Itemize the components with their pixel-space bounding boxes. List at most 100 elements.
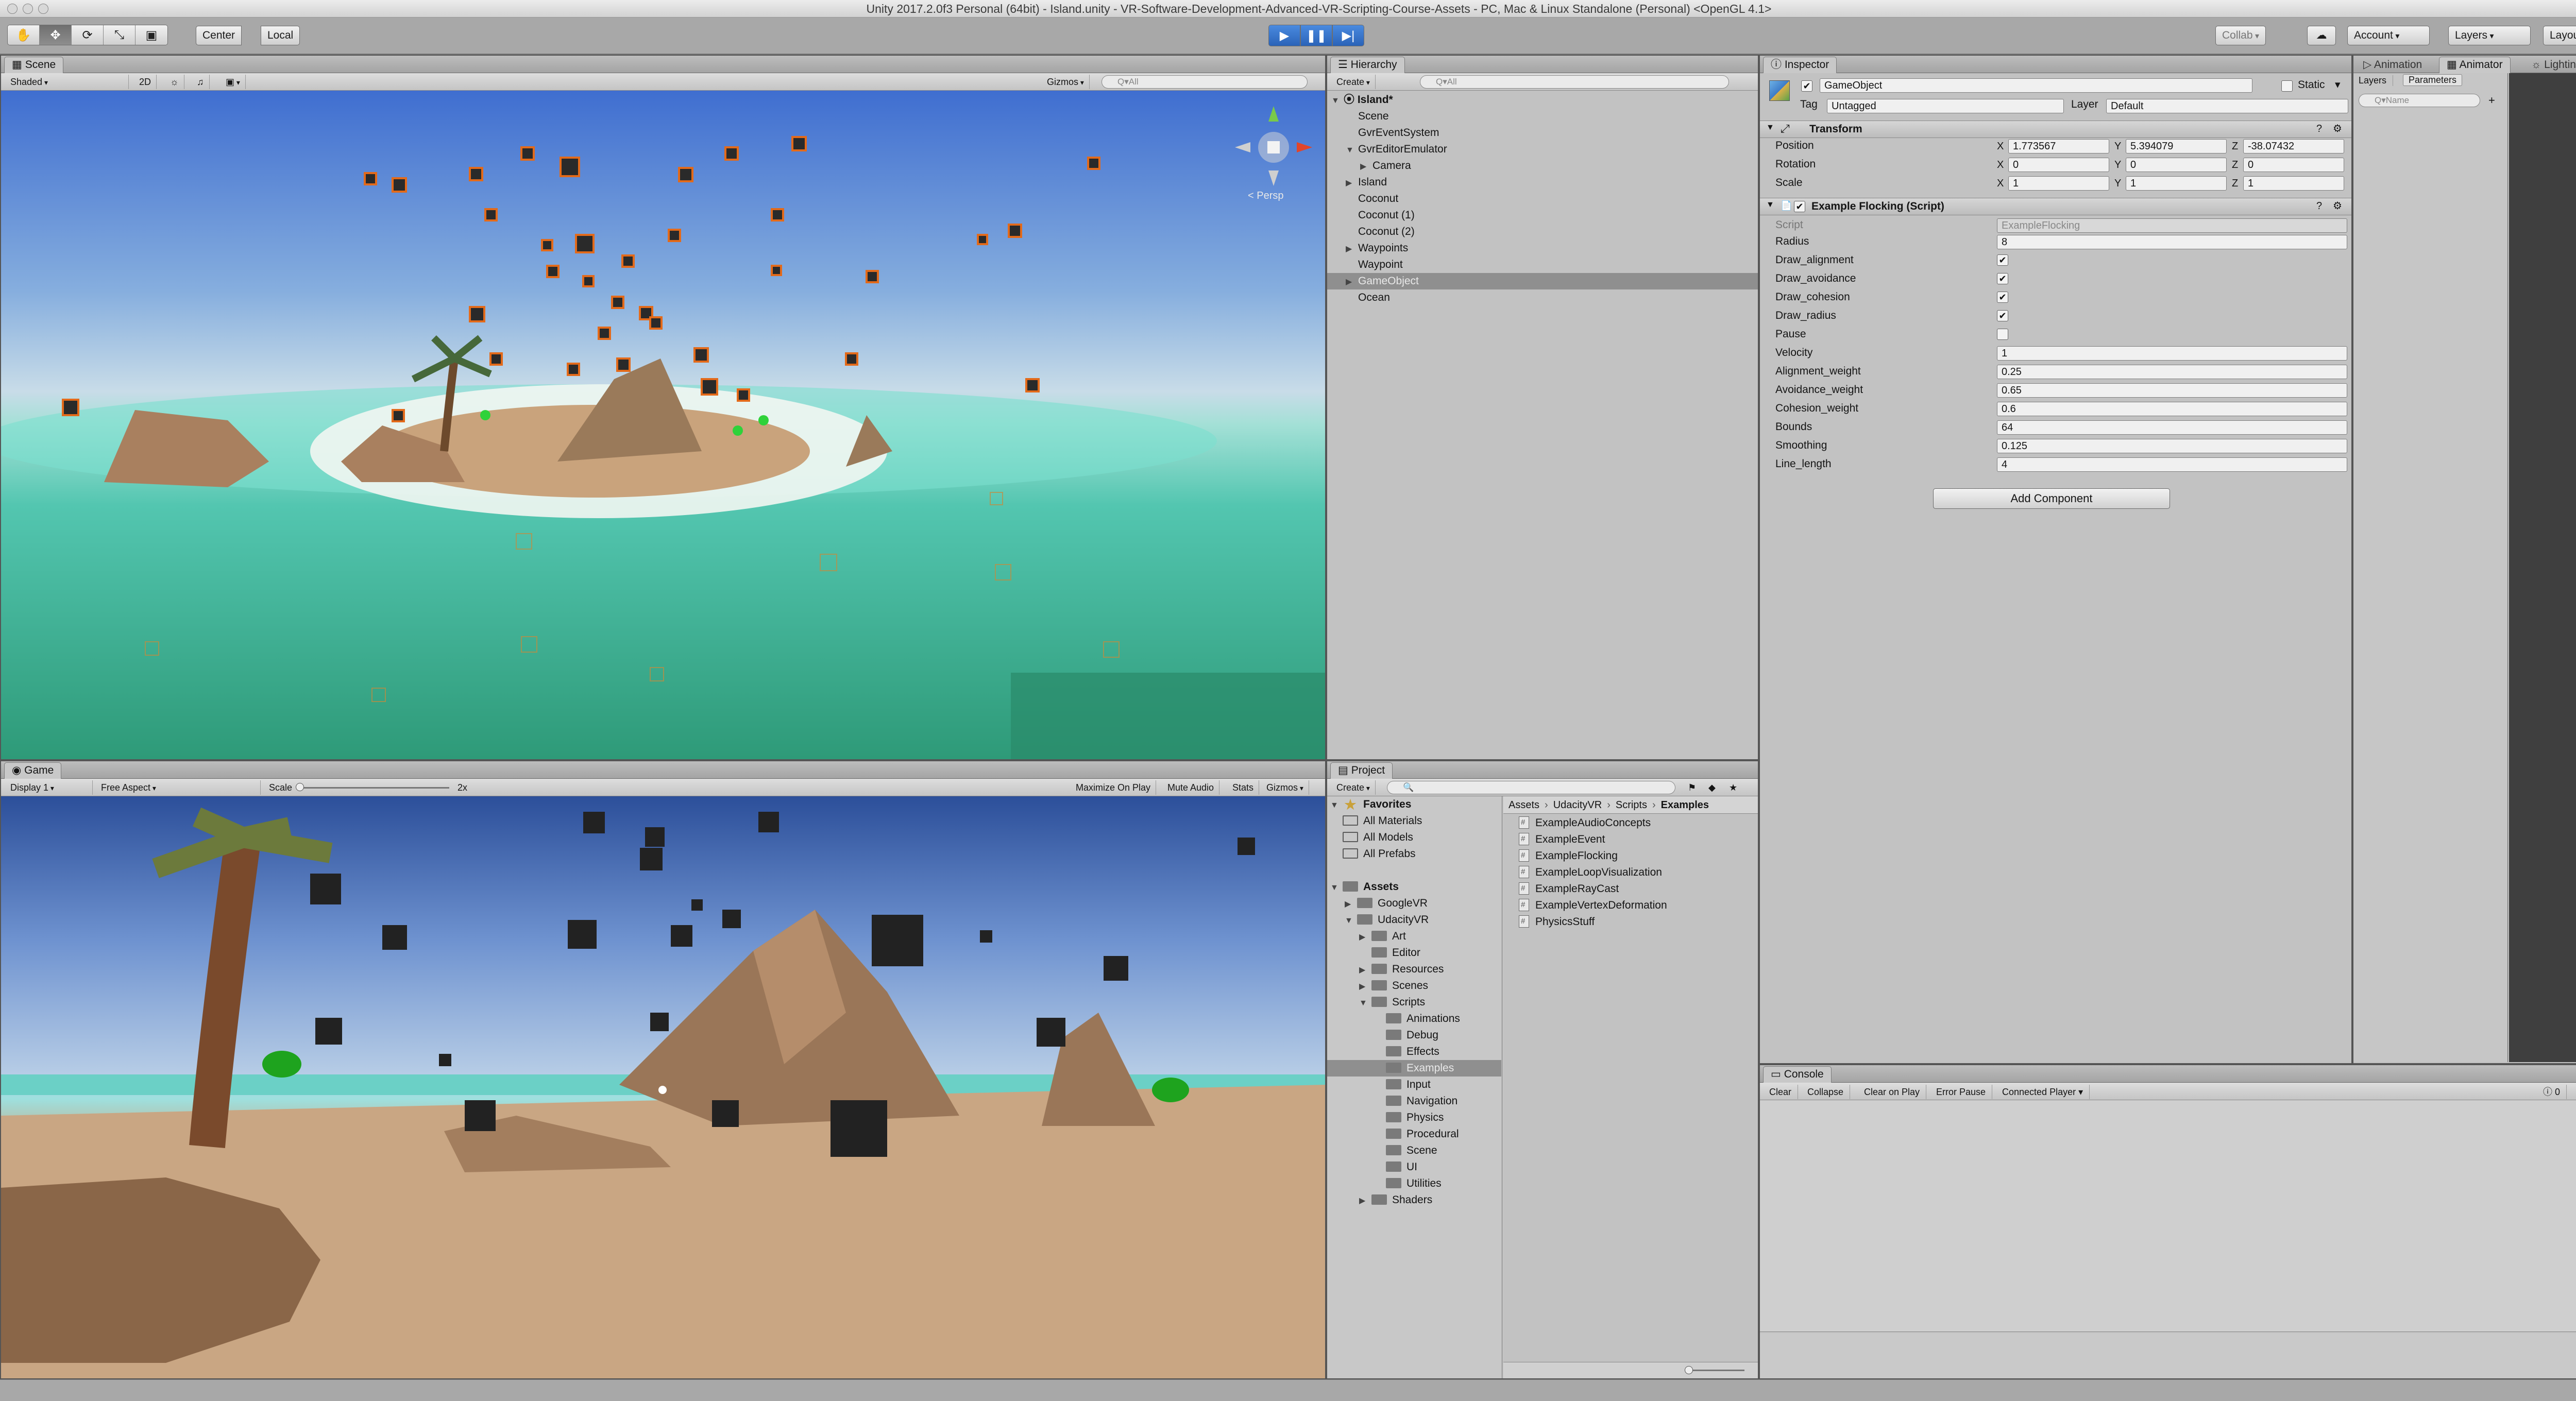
hierarchy-item[interactable]: Waypoint [1327, 257, 1758, 273]
mute-audio-button[interactable]: Mute Audio [1162, 780, 1220, 795]
transform-rotation-y-field[interactable]: 0 [2126, 158, 2227, 172]
tab-scene[interactable]: ▦ Scene [4, 57, 64, 73]
project-folder-item[interactable]: Navigation [1327, 1093, 1501, 1109]
layout-dropdown[interactable]: Layout [2543, 26, 2576, 45]
audio-toggle-icon[interactable]: ♫ [192, 75, 210, 89]
project-search-input[interactable]: 🔍 [1387, 781, 1675, 794]
expand-arrow-icon[interactable]: ▶ [1346, 274, 1358, 291]
project-folder-item[interactable]: Animations [1327, 1011, 1501, 1027]
project-folder-item[interactable]: Input [1327, 1077, 1501, 1093]
transform-rotation-z-field[interactable]: 0 [2243, 158, 2344, 172]
alignment-weight-field[interactable]: 0.25 [1997, 365, 2347, 379]
project-folder-item[interactable]: Editor [1327, 945, 1501, 961]
script-header[interactable]: ▼ 📄 ✔ Example Flocking (Script) ? ⚙ [1760, 198, 2351, 215]
transform-rotation-x-field[interactable]: 0 [2008, 158, 2109, 172]
add-component-button[interactable]: Add Component [1933, 488, 2170, 509]
help-icon[interactable]: ? [2316, 200, 2322, 212]
hierarchy-item[interactable]: ▶ Island [1327, 174, 1758, 191]
game-gizmos-dropdown[interactable]: Gizmos [1261, 780, 1309, 795]
aspect-dropdown[interactable]: Free Aspect [96, 780, 261, 795]
expand-arrow-icon[interactable]: ▶ [1359, 1193, 1371, 1209]
project-folder-item[interactable]: ▶ Scenes [1327, 978, 1501, 994]
velocity-field[interactable]: 1 [1997, 346, 2347, 361]
project-folder-item[interactable]: ▶ Art [1327, 928, 1501, 945]
add-parameter-icon[interactable]: + [2488, 94, 2495, 107]
scene-search-input[interactable]: Q▾All [1101, 75, 1308, 89]
lighting-toggle-icon[interactable]: ☼ [165, 75, 184, 89]
project-folder-item[interactable]: ▼ Scripts [1327, 994, 1501, 1011]
project-folder-item[interactable]: ▶ Shaders [1327, 1192, 1501, 1208]
collapse-arrow-icon[interactable]: ▼ [1766, 123, 1774, 132]
project-file-item[interactable]: ExampleAudioConcepts [1519, 815, 1651, 831]
rect-tool-icon[interactable]: ▣ [135, 25, 167, 45]
tab-animator[interactable]: ▦ Animator [2439, 57, 2511, 73]
project-file-item[interactable]: ExampleVertexDeformation [1519, 897, 1667, 914]
console-detail-area[interactable] [1760, 1333, 2576, 1378]
scale-slider-handle[interactable] [296, 783, 304, 791]
favorites-item[interactable]: All Prefabs [1330, 846, 1416, 862]
search-by-type-icon[interactable]: ⚑ [1683, 780, 1701, 795]
animator-layers-tab[interactable]: Layers [2359, 75, 2394, 86]
step-icon[interactable]: ▶| [1332, 25, 1364, 46]
layer-dropdown[interactable]: Default [2106, 99, 2348, 113]
project-folder-item[interactable]: Procedural [1327, 1126, 1501, 1142]
static-dropdown-icon[interactable]: ▾ [2335, 76, 2341, 94]
project-file-item[interactable]: ExampleRayCast [1519, 881, 1619, 897]
cohesion-weight-field[interactable]: 0.6 [1997, 402, 2347, 416]
project-folder-item[interactable]: Examples [1327, 1060, 1501, 1077]
settings-gear-icon[interactable]: ⚙ [2333, 122, 2342, 135]
console-clear-on-play-button[interactable]: Clear on Play [1858, 1085, 1927, 1099]
breadcrumb-item[interactable]: Scripts [1616, 799, 1647, 811]
account-dropdown[interactable]: Account [2347, 26, 2430, 45]
tab-console[interactable]: ▭ Console [1763, 1066, 1832, 1083]
expand-arrow-icon[interactable]: ▶ [1346, 241, 1358, 258]
console-warning-count[interactable]: ⚠ 0 [2571, 1085, 2576, 1099]
search-by-label-icon[interactable]: ◆ [1703, 780, 1721, 795]
expand-arrow-icon[interactable]: ▼ [1345, 913, 1357, 929]
breadcrumb-item[interactable]: UdacityVR [1553, 799, 1602, 811]
move-icon[interactable]: ✥ [40, 25, 72, 45]
pause-checkbox[interactable] [1997, 329, 2008, 340]
hierarchy-item[interactable]: ▶ Camera [1327, 158, 1758, 174]
project-file-item[interactable]: ExampleEvent [1519, 831, 1605, 848]
layers-dropdown[interactable]: Layers [2448, 26, 2531, 45]
tag-dropdown[interactable]: Untagged [1827, 99, 2064, 113]
line-length-field[interactable]: 4 [1997, 457, 2347, 472]
tab-lighting[interactable]: ☼ Lighting [2523, 57, 2576, 73]
hierarchy-item[interactable]: GvrEventSystem [1327, 125, 1758, 141]
expand-arrow-icon[interactable]: ▶ [1345, 896, 1357, 913]
transform-position-x-field[interactable]: 1.773567 [2008, 139, 2109, 153]
project-file-item[interactable]: PhysicsStuff [1519, 914, 1595, 930]
static-checkbox[interactable] [2281, 80, 2293, 92]
avoidance-weight-field[interactable]: 0.65 [1997, 383, 2347, 398]
tab-animation[interactable]: ▷ Animation [2355, 57, 2430, 73]
icon-size-slider-handle[interactable] [1685, 1366, 1693, 1374]
project-create-dropdown[interactable]: Create [1331, 780, 1376, 795]
expand-arrow-icon[interactable]: ▼ [1359, 995, 1371, 1012]
draw-cohesion-checkbox[interactable]: ✔ [1997, 292, 2008, 303]
close-window-icon[interactable] [7, 4, 18, 14]
transform-header[interactable]: ▼ ⤢ Transform ? ⚙ [1760, 121, 2351, 138]
project-folder-item[interactable]: Physics [1327, 1109, 1501, 1126]
animator-graph-canvas[interactable] [2509, 73, 2576, 1062]
hierarchy-item[interactable]: ▶ GameObject [1327, 273, 1758, 289]
parameters-search-input[interactable]: Q▾Name [2359, 94, 2480, 107]
collapse-arrow-icon[interactable]: ▼ [1330, 880, 1343, 896]
help-icon[interactable]: ? [2316, 123, 2322, 135]
project-folder-item[interactable]: Effects [1327, 1044, 1501, 1060]
tab-project[interactable]: ▤ Project [1330, 762, 1393, 779]
breadcrumb-item[interactable]: Examples [1661, 799, 1709, 811]
console-log-area[interactable] [1760, 1100, 2576, 1332]
project-file-item[interactable]: ExampleLoopVisualization [1519, 864, 1662, 881]
active-toggle-checkbox[interactable]: ✔ [1801, 80, 1812, 92]
bounds-field[interactable]: 64 [1997, 420, 2347, 435]
hierarchy-item[interactable]: ▶ Waypoints [1327, 240, 1758, 257]
transform-scale-z-field[interactable]: 1 [2243, 176, 2344, 191]
collapse-arrow-icon[interactable]: ▼ [1766, 200, 1774, 210]
object-name-field[interactable]: GameObject [1820, 78, 2252, 93]
orientation-gizmo[interactable] [1235, 106, 1312, 186]
maximize-window-icon[interactable] [38, 4, 48, 14]
hierarchy-item[interactable]: Coconut [1327, 191, 1758, 207]
smoothing-field[interactable]: 0.125 [1997, 439, 2347, 453]
hand-icon[interactable]: ✋ [8, 25, 40, 45]
